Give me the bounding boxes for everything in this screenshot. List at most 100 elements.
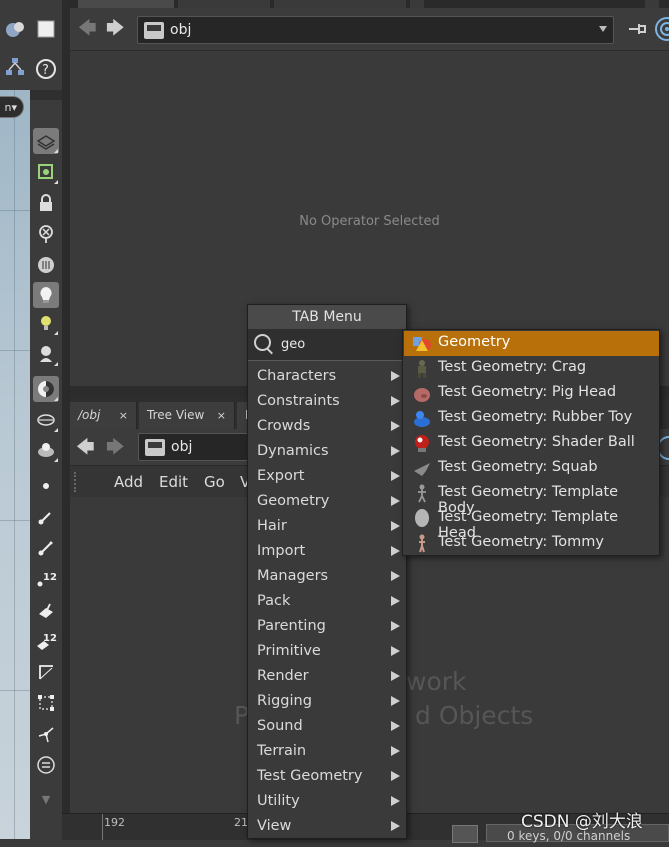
tab-menu-category[interactable]: Characters [248, 364, 406, 389]
key-refresh-icon[interactable] [452, 825, 478, 843]
point-display-icon[interactable] [33, 473, 59, 499]
display-options-icon[interactable] [33, 128, 59, 154]
menu-grip[interactable] [74, 472, 82, 492]
category-label: Characters [257, 368, 337, 384]
submenu-item[interactable]: Test Geometry: Crag [404, 356, 659, 381]
category-label: Utility [257, 793, 300, 809]
tab-menu-category[interactable]: Test Geometry [248, 764, 406, 789]
tab-obj[interactable]: /obj × [70, 402, 137, 429]
square-select-icon[interactable] [33, 16, 59, 42]
close-icon[interactable]: × [119, 402, 128, 429]
primitive-numbers-badge: 12 [43, 633, 57, 644]
menu-edit[interactable]: Edit [159, 473, 188, 491]
category-label: Terrain [257, 743, 307, 759]
link-pane-icon[interactable] [654, 16, 669, 42]
primitive-normals-icon[interactable] [33, 597, 59, 623]
submenu-item[interactable]: Test Geometry: Pig Head [404, 381, 659, 406]
pig-head-icon [412, 384, 432, 403]
forward-arrow-icon[interactable]: 🡆 [106, 16, 125, 46]
network-nodes-icon[interactable] [4, 56, 26, 78]
primitive-numbers-icon[interactable]: 12 [33, 628, 59, 654]
pin-icon[interactable] [626, 18, 648, 40]
parameters-path-text: obj [170, 22, 192, 38]
character-light-icon[interactable] [33, 341, 59, 367]
vertex-display-icon[interactable] [33, 690, 59, 716]
submenu-item[interactable]: Test Geometry: Template Head [404, 506, 659, 541]
submenu-item[interactable]: Test Geometry: Template Body [404, 481, 659, 516]
background-toggle-icon[interactable] [33, 437, 59, 463]
submenu-arrow-icon [391, 721, 400, 731]
submenu-item[interactable]: Test Geometry: Rubber Toy [404, 406, 659, 431]
category-label: Parenting [257, 618, 326, 634]
point-normals-icon[interactable] [33, 535, 59, 561]
submenu-item[interactable]: Test Geometry: Squab [404, 456, 659, 481]
tab-menu-category[interactable]: Hair [248, 514, 406, 539]
tab-menu-category[interactable]: Managers [248, 564, 406, 589]
tab-performance-monitor[interactable] [274, 0, 406, 8]
ghost-icon[interactable] [33, 159, 59, 185]
tab-menu-title: TAB Menu [248, 305, 406, 329]
close-icon[interactable]: × [217, 402, 226, 429]
tab-menu-category[interactable]: Constraints [248, 389, 406, 414]
tab-parameters[interactable] [78, 0, 174, 8]
network-path-icon [145, 439, 165, 456]
submenu-item[interactable]: Test Geometry: Shader Ball [404, 431, 659, 456]
tab-menu-category[interactable]: Sound [248, 714, 406, 739]
pane-menu[interactable] [645, 0, 659, 8]
category-label: Constraints [257, 393, 340, 409]
tab-add[interactable] [410, 0, 424, 8]
menu-go[interactable]: Go [204, 473, 225, 491]
tab-menu-category[interactable]: Primitive [248, 639, 406, 664]
submenu-arrow-icon [391, 821, 400, 831]
viewport[interactable] [0, 90, 30, 839]
tab-menu-category[interactable]: Rigging [248, 689, 406, 714]
tab-menu-category[interactable]: Pack [248, 589, 406, 614]
menu-add[interactable]: Add [114, 473, 143, 491]
path-dropdown-icon[interactable] [599, 26, 607, 32]
snap-icon[interactable] [33, 221, 59, 247]
tab-tree-view[interactable]: Tree View × [139, 402, 235, 429]
display-filter-icon[interactable] [33, 752, 59, 778]
edge-display-icon[interactable] [33, 659, 59, 685]
wireframe-toggle-icon[interactable] [33, 407, 59, 433]
pane-splitter[interactable] [62, 0, 70, 839]
point-numbers-icon[interactable]: 12 [33, 566, 59, 592]
viewport-view-dropdown[interactable]: n▾ [0, 96, 24, 118]
parameters-path-field[interactable]: obj [137, 16, 614, 44]
tab-menu-category[interactable]: Import [248, 539, 406, 564]
shading-mode-icon[interactable] [33, 376, 59, 402]
forward-arrow-icon[interactable]: 🡆 [106, 435, 125, 465]
tommy-icon [412, 534, 432, 553]
submenu-item-label: Test Geometry: Squab [438, 459, 598, 475]
back-arrow-icon[interactable]: 🡄 [78, 16, 97, 46]
submenu-item[interactable]: Test Geometry: Tommy [404, 531, 659, 556]
normals-icon[interactable] [33, 504, 59, 530]
tab-take-list[interactable] [178, 0, 270, 8]
tab-menu-category[interactable]: View [248, 814, 406, 839]
submenu-arrow-icon [391, 421, 400, 431]
network-path-field[interactable]: obj [138, 433, 248, 461]
tab-menu-category[interactable]: Render [248, 664, 406, 689]
tab-menu-category[interactable]: Geometry [248, 489, 406, 514]
tab-menu-category[interactable]: Parenting [248, 614, 406, 639]
tab-menu-category[interactable]: Dynamics [248, 439, 406, 464]
category-label: Pack [257, 593, 291, 609]
submenu-item-label: Test Geometry: Pig Head [438, 384, 617, 400]
help-icon[interactable]: ? [33, 56, 59, 82]
tab-menu-category[interactable]: Utility [248, 789, 406, 814]
scroll-down-icon[interactable]: ▼ [33, 786, 59, 812]
origin-gnomon-icon[interactable] [33, 721, 59, 747]
lock-camera-icon[interactable] [33, 190, 59, 216]
light-bulb-plus-icon[interactable] [33, 310, 59, 336]
tab-menu-category[interactable]: Crowds [248, 414, 406, 439]
tab-search-input[interactable] [281, 335, 391, 353]
lighting-icon[interactable] [33, 282, 59, 308]
back-arrow-icon[interactable]: 🡄 [76, 435, 95, 465]
toolbar-collapse-bar[interactable] [30, 90, 62, 100]
tab-menu-category[interactable]: Terrain [248, 739, 406, 764]
shelf-shapes-icon[interactable] [4, 18, 26, 40]
tab-menu-category[interactable]: Export [248, 464, 406, 489]
category-label: View [257, 818, 292, 834]
headlight-icon[interactable] [33, 252, 59, 278]
submenu-item[interactable]: Geometry [404, 331, 659, 356]
